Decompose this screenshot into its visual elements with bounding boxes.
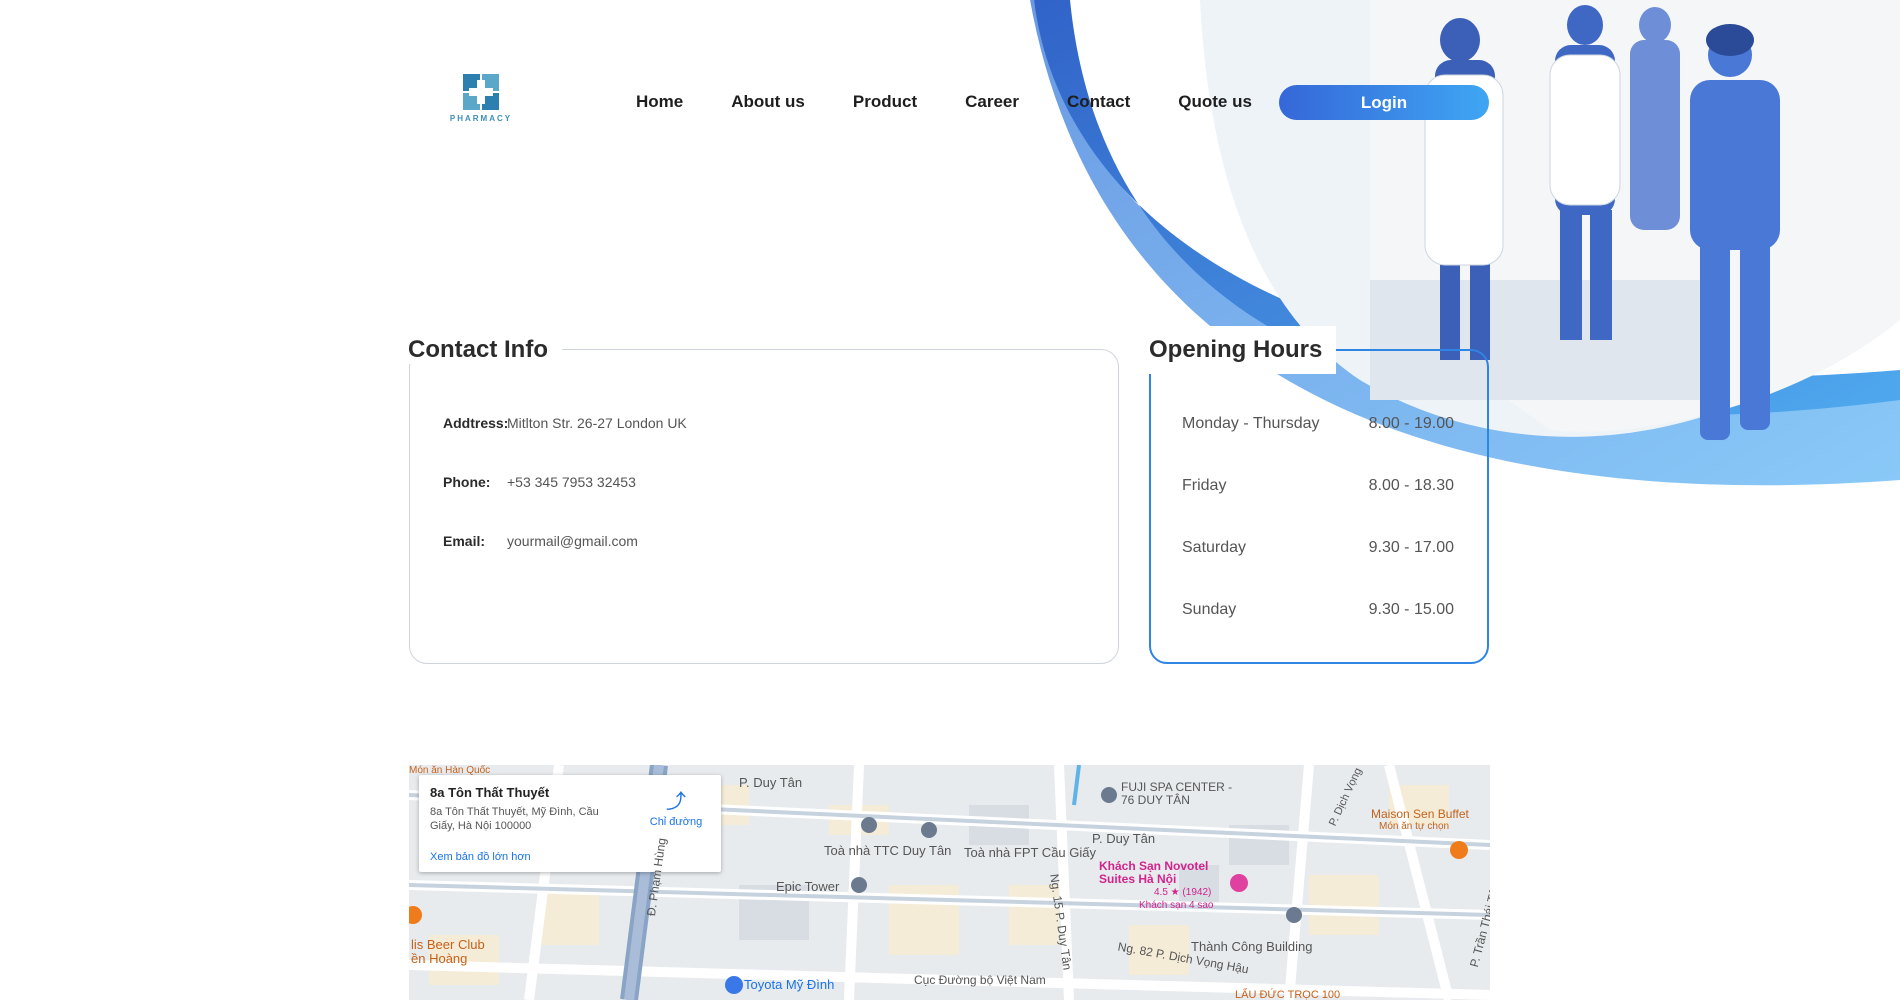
hours-row: Friday 8.00 - 18.30 <box>1182 477 1454 495</box>
map-label: P. Duy Tân <box>739 775 803 790</box>
contact-info-card <box>409 349 1119 664</box>
popup-address: 8a Tôn Thất Thuyết, Mỹ Đình, Cầu Giấy, H… <box>430 806 599 832</box>
logo-text: PHARMACY <box>449 114 513 123</box>
hours-time: 8.00 - 19.00 <box>1368 415 1454 432</box>
phone-value[interactable]: +53 345 7953 32453 <box>507 474 636 490</box>
hours-time: 9.30 - 17.00 <box>1368 539 1454 556</box>
map-label: Khách Sạn Novotel Suites Hà Nội <box>1099 859 1209 886</box>
email-value[interactable]: yourmail@gmail.com <box>507 533 638 549</box>
pharmacy-cross-icon <box>463 74 499 110</box>
map-label: LẨU ĐỨC TRỌC 100 <box>1235 989 1341 1000</box>
embedded-map[interactable]: 8a Tôn Thất Thuyết 8a Tôn Thất Thuyết, M… <box>409 765 1490 1000</box>
hours-row: Sunday 9.30 - 15.00 <box>1182 601 1454 619</box>
address-value: Mitlton Str. 26-27 London UK <box>507 415 687 431</box>
map-label: P. Duy Tân <box>1092 831 1156 846</box>
nav-product[interactable]: Product <box>853 92 917 112</box>
map-label: ền Hoàng <box>411 951 468 966</box>
map-label: Cục Đường bộ Việt Nam <box>914 973 1046 987</box>
hours-time: 8.00 - 18.30 <box>1368 477 1454 494</box>
map-label: 4.5 ★ (1942) <box>1154 887 1212 898</box>
phone-row: Phone: +53 345 7953 32453 <box>443 474 636 490</box>
map-label: FUJI SPA CENTER - 76 DUY TÂN <box>1121 780 1233 807</box>
pharmacy-logo[interactable]: PHARMACY <box>446 72 516 128</box>
map-label: Món ăn Hàn Quốc <box>409 765 491 776</box>
contact-info-title: Contact Info <box>408 336 562 364</box>
map-label: Món ăn tự chọn <box>1379 821 1450 832</box>
address-label: Addtress: <box>443 415 509 431</box>
larger-map-link[interactable]: Xem bản đồ lớn hơn <box>430 851 531 863</box>
hours-day: Friday <box>1182 477 1227 494</box>
map-label: Toà nhà TTC Duy Tân <box>824 843 952 858</box>
map-place-popup: 8a Tôn Thất Thuyết 8a Tôn Thất Thuyết, M… <box>419 775 721 872</box>
main-nav: Home About us Product Career Contact Quo… <box>636 92 1300 112</box>
popup-title: 8a Tôn Thất Thuyết <box>430 785 550 800</box>
nav-contact[interactable]: Contact <box>1067 92 1130 112</box>
map-label: Toà nhà FPT Cầu Giấy <box>964 845 1096 860</box>
map-label: lis Beer Club <box>411 937 485 952</box>
map-label: Maison Sen Buffet <box>1371 807 1469 821</box>
opening-hours-title: Opening Hours <box>1145 326 1337 374</box>
directions-label: Chỉ đường <box>649 816 703 828</box>
nav-home[interactable]: Home <box>636 92 683 112</box>
hours-time: 9.30 - 15.00 <box>1368 601 1454 618</box>
hours-row: Saturday 9.30 - 17.00 <box>1182 539 1454 557</box>
nav-career[interactable]: Career <box>965 92 1019 112</box>
map-label: Thành Công Building <box>1191 939 1313 954</box>
map-label: Khách sạn 4 sao <box>1139 900 1214 911</box>
email-label: Email: <box>443 533 486 549</box>
address-row: Addtress: Mitlton Str. 26-27 London UK <box>443 415 687 431</box>
nav-about-us[interactable]: About us <box>731 92 805 112</box>
map-label: Toyota Mỹ Đình <box>744 977 835 992</box>
directions-button[interactable]: ⤴ Chỉ đường <box>641 785 711 828</box>
phone-label: Phone: <box>443 474 491 490</box>
login-button[interactable]: Login <box>1279 85 1489 120</box>
hours-day: Sunday <box>1182 601 1237 618</box>
hours-row: Monday - Thursday 8.00 - 19.00 <box>1182 415 1454 433</box>
hours-day: Monday - Thursday <box>1182 415 1320 432</box>
email-row: Email: yourmail@gmail.com <box>443 533 638 549</box>
nav-quote-us[interactable]: Quote us <box>1178 92 1252 112</box>
hours-day: Saturday <box>1182 539 1247 556</box>
map-label: Epic Tower <box>776 879 840 894</box>
directions-icon: ⤴ <box>666 791 686 813</box>
